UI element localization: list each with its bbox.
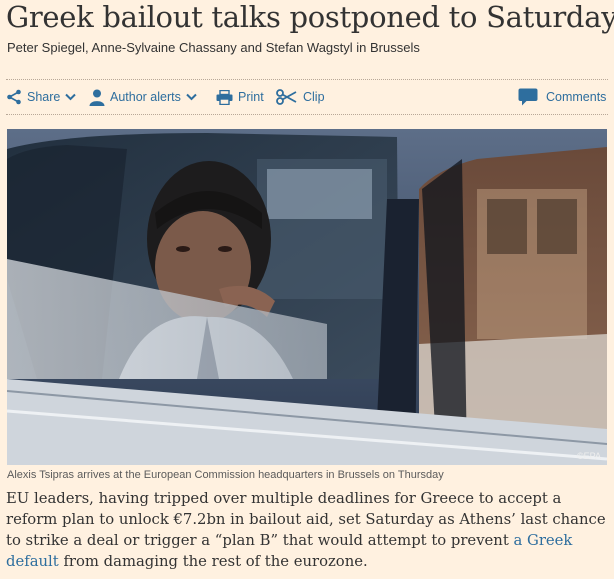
chevron-down-icon [186, 93, 197, 101]
car-window-image [7, 129, 607, 465]
article-headline: Greek bailout talks postponed to Saturda… [6, 0, 614, 34]
user-icon [89, 89, 105, 106]
clip-label: Clip [303, 90, 325, 104]
article-byline[interactable]: Peter Spiegel, Anne-Sylvaine Chassany an… [7, 40, 420, 55]
photo-credit: ©EPA [577, 451, 601, 461]
clip-button[interactable]: Clip [276, 84, 325, 110]
article-toolbar: Share Author alerts Print Clip Comments [6, 84, 608, 110]
comments-label: Comments [546, 90, 607, 104]
share-icon [6, 89, 22, 105]
photo-caption: Alexis Tsipras arrives at the European C… [7, 469, 444, 481]
share-label: Share [27, 90, 61, 104]
article-body-paragraph: EU leaders, having tripped over multiple… [6, 488, 610, 572]
share-button[interactable]: Share [6, 84, 77, 110]
author-alerts-label: Author alerts [110, 90, 181, 104]
body-text-after-link: from damaging the rest of the eurozone. [58, 553, 368, 570]
toolbar-top-divider [6, 79, 608, 80]
article-photo: ©EPA [7, 129, 607, 465]
chevron-down-icon [65, 93, 77, 101]
print-button[interactable]: Print [216, 84, 264, 110]
author-alerts-button[interactable]: Author alerts [89, 84, 197, 110]
comment-icon [518, 88, 538, 106]
toolbar-bottom-divider [6, 114, 608, 115]
scissors-icon [276, 89, 298, 105]
print-label: Print [238, 90, 264, 104]
print-icon [216, 89, 233, 105]
comments-button[interactable]: Comments [518, 84, 606, 110]
